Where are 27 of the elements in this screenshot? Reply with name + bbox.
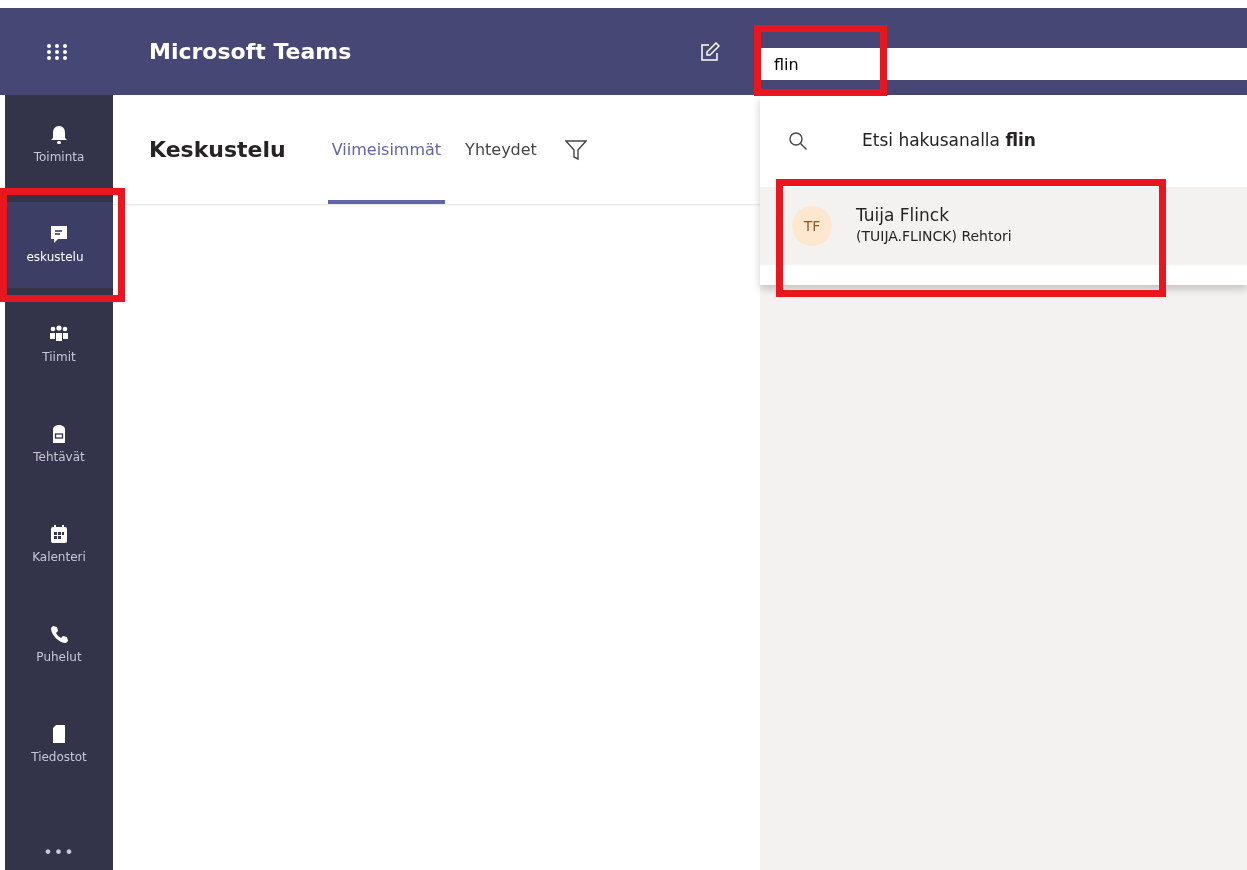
bell-icon [49, 124, 69, 144]
more-button[interactable]: ••• [5, 840, 113, 866]
app-title: Microsoft Teams [149, 38, 352, 66]
app-launcher-icon[interactable] [45, 42, 68, 61]
calendar-icon [49, 524, 69, 544]
search-icon [788, 131, 808, 151]
chat-bubble-icon [49, 224, 69, 244]
tab[interactable]: Yhteydet [461, 95, 541, 204]
search-result[interactable]: TF Tuija Flinck (TUIJA.FLINCK) Rehtori [760, 187, 1247, 265]
rail-item[interactable]: Tiimit [5, 302, 113, 388]
people-icon [49, 324, 69, 344]
pane-title: Keskustelu [149, 136, 286, 164]
rail-item[interactable]: Tehtävät [5, 402, 113, 488]
contact-detail: (TUIJA.FLINCK) Rehtori [856, 227, 1012, 247]
rail-item[interactable]: Tiedostot [5, 702, 113, 788]
compose-icon[interactable] [700, 41, 720, 62]
phone-icon [49, 624, 69, 644]
rail-item[interactable]: eskustelu [5, 202, 113, 288]
rail-item[interactable]: Puhelut [5, 602, 113, 688]
search-suggestion[interactable]: Etsi hakusanalla flin [760, 95, 1247, 187]
search-field[interactable]: flin [760, 48, 1247, 80]
rail-item[interactable]: Toiminta [5, 102, 113, 188]
filter-icon[interactable] [564, 138, 587, 161]
tab[interactable]: Viimeisimmät [327, 95, 446, 204]
rail-item[interactable]: Kalenteri [5, 502, 113, 588]
contact-name: Tuija Flinck [856, 204, 951, 227]
avatar: TF [792, 206, 832, 246]
